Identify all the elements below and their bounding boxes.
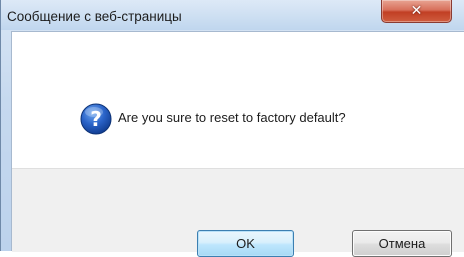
svg-text:?: ? xyxy=(90,107,102,131)
close-icon: ✕ xyxy=(410,2,423,18)
dialog-title: Сообщение с веб-страницы xyxy=(7,9,182,24)
cancel-button[interactable]: Отмена xyxy=(352,230,452,257)
dialog-body: ? Are you sure to reset to factory defau… xyxy=(11,31,464,257)
dialog-message: Are you sure to reset to factory default… xyxy=(118,110,346,125)
close-button[interactable]: ✕ xyxy=(381,0,452,23)
ok-button[interactable]: OK xyxy=(197,230,294,257)
title-bar[interactable]: Сообщение с веб-страницы ✕ xyxy=(1,0,464,30)
button-bar: OK Отмена xyxy=(12,168,464,257)
question-icon: ? xyxy=(80,103,112,135)
dialog-window: Сообщение с веб-страницы ✕ ? Are you sur… xyxy=(0,0,464,257)
message-area: ? Are you sure to reset to factory defau… xyxy=(12,32,464,168)
